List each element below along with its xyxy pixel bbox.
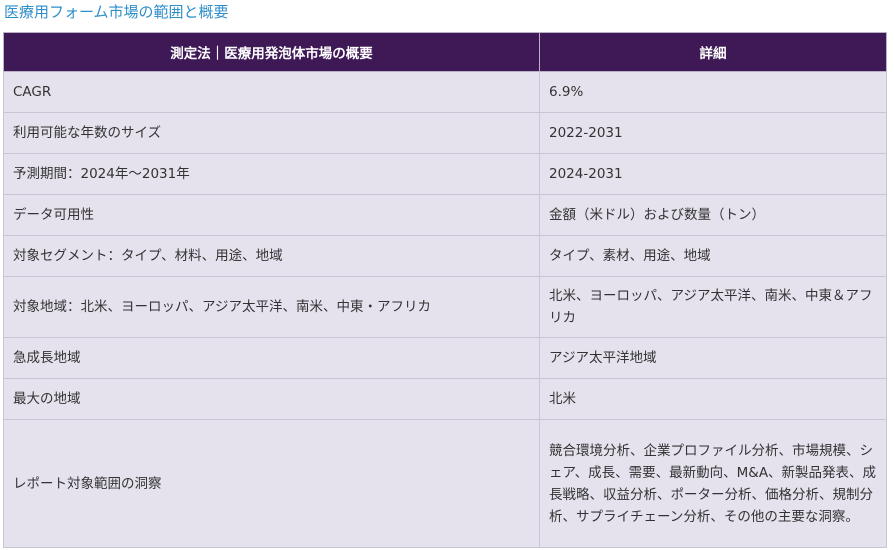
row-label: 予測期間：2024年～2031年 bbox=[3, 153, 540, 195]
row-label: 対象地域：北米、ヨーロッパ、アジア太平洋、南米、中東・アフリカ bbox=[3, 276, 540, 338]
row-value: 北米、ヨーロッパ、アジア太平洋、南米、中東＆アフリカ bbox=[539, 276, 887, 338]
market-scope-table: 測定法｜医療用発泡体市場の概要 詳細 CAGR 6.9% 利用可能な年数のサイズ… bbox=[3, 32, 887, 548]
row-value: 6.9% bbox=[539, 71, 887, 113]
table-row: 予測期間：2024年～2031年 2024-2031 bbox=[3, 153, 887, 195]
table-row: 最大の地域 北米 bbox=[3, 378, 887, 420]
column-header-metric: 測定法｜医療用発泡体市場の概要 bbox=[3, 32, 540, 72]
table-row: データ可用性 金額（米ドル）および数量（トン） bbox=[3, 194, 887, 236]
table-row: 利用可能な年数のサイズ 2022-2031 bbox=[3, 112, 887, 154]
table-row: レポート対象範囲の洞察 競合環境分析、企業プロファイル分析、市場規模、シェア、成… bbox=[3, 419, 887, 548]
row-value: 2024-2031 bbox=[539, 153, 887, 195]
page-title: 医療用フォーム市場の範囲と概要 bbox=[4, 3, 229, 21]
table-row: 急成長地域 アジア太平洋地域 bbox=[3, 337, 887, 379]
row-label: 対象セグメント：タイプ、材料、用途、地域 bbox=[3, 235, 540, 277]
row-label: 最大の地域 bbox=[3, 378, 540, 420]
row-label: レポート対象範囲の洞察 bbox=[3, 419, 540, 548]
row-value: 北米 bbox=[539, 378, 887, 420]
row-value: 競合環境分析、企業プロファイル分析、市場規模、シェア、成長、需要、最新動向、M&… bbox=[539, 419, 887, 548]
row-value: タイプ、素材、用途、地域 bbox=[539, 235, 887, 277]
row-label: 利用可能な年数のサイズ bbox=[3, 112, 540, 154]
table-row: 対象セグメント：タイプ、材料、用途、地域 タイプ、素材、用途、地域 bbox=[3, 235, 887, 277]
table-header-row: 測定法｜医療用発泡体市場の概要 詳細 bbox=[3, 32, 887, 72]
row-value: 金額（米ドル）および数量（トン） bbox=[539, 194, 887, 236]
row-value: 2022-2031 bbox=[539, 112, 887, 154]
column-header-details: 詳細 bbox=[539, 32, 887, 72]
table-row: CAGR 6.9% bbox=[3, 71, 887, 113]
table-row: 対象地域：北米、ヨーロッパ、アジア太平洋、南米、中東・アフリカ 北米、ヨーロッパ… bbox=[3, 276, 887, 338]
row-label: CAGR bbox=[3, 71, 540, 113]
row-label: 急成長地域 bbox=[3, 337, 540, 379]
row-value: アジア太平洋地域 bbox=[539, 337, 887, 379]
row-label: データ可用性 bbox=[3, 194, 540, 236]
